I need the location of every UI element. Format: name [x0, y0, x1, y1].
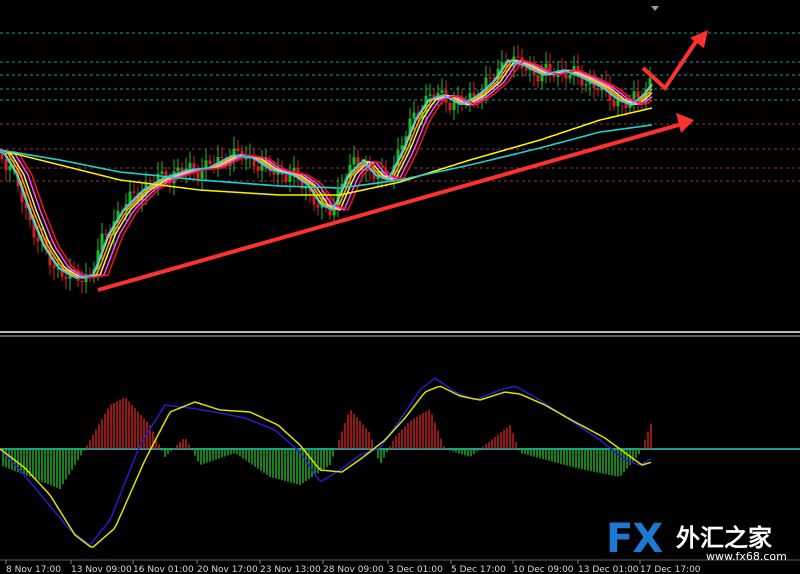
candle-body	[220, 157, 224, 159]
candle-body	[160, 171, 164, 174]
candle-body	[132, 191, 136, 193]
candle-body	[448, 102, 452, 111]
candle-body	[64, 276, 68, 279]
candle-body	[272, 171, 276, 175]
candle-body	[188, 163, 192, 169]
chart-background	[0, 0, 800, 574]
time-axis-label: 17 Dec 17:00	[640, 565, 701, 574]
chart-canvas: 8 Nov 17:00 13 Nov 09:00 16 Nov 01:00 20 No…	[0, 0, 800, 574]
fx68-logo-url: www.fx68.com	[706, 550, 787, 563]
time-axis-label: 10 Dec 09:00	[513, 565, 574, 574]
candle-body	[452, 101, 456, 111]
candle-body	[488, 77, 492, 79]
candle-body	[104, 233, 108, 235]
time-axis-label: 13 Dec 01:00	[578, 565, 639, 574]
candle-body	[176, 167, 180, 172]
fx68-logo-mark: FX	[606, 516, 663, 562]
candle-body	[584, 84, 588, 86]
candle-body	[472, 93, 476, 97]
candle-body	[568, 74, 572, 79]
candle-body	[516, 56, 520, 58]
candle-body	[536, 75, 540, 82]
candle-body	[428, 94, 432, 96]
candle-body	[636, 91, 640, 99]
time-axis-label: 13 Nov 09:00	[71, 565, 132, 574]
candle-body	[612, 100, 616, 107]
time-axis-label: 3 Dec 01:00	[388, 565, 443, 574]
candle-body	[596, 87, 600, 91]
time-axis-label: 16 Nov 01:00	[133, 565, 194, 574]
time-axis-label: 8 Nov 17:00	[6, 565, 61, 574]
time-axis-label: 23 Nov 13:00	[260, 565, 321, 574]
fx68-logo-name: 外汇之家	[676, 524, 772, 552]
candle-body	[524, 68, 528, 71]
candle-body	[256, 166, 260, 171]
candle-body	[236, 148, 240, 152]
candle-body	[80, 280, 84, 283]
candle-body	[440, 90, 444, 93]
time-axis-label: 5 Dec 17:00	[451, 565, 506, 574]
candle-body	[284, 174, 288, 182]
candle-body	[52, 265, 56, 269]
candle-body	[412, 112, 416, 119]
time-axis-label: 28 Nov 09:00	[323, 565, 384, 574]
candle-body	[4, 159, 8, 171]
time-axis-label: 20 Nov 17:00	[197, 565, 258, 574]
candle-body	[208, 160, 212, 165]
candle-body	[36, 237, 40, 242]
candle-body	[352, 157, 356, 165]
candle-body	[316, 204, 320, 208]
